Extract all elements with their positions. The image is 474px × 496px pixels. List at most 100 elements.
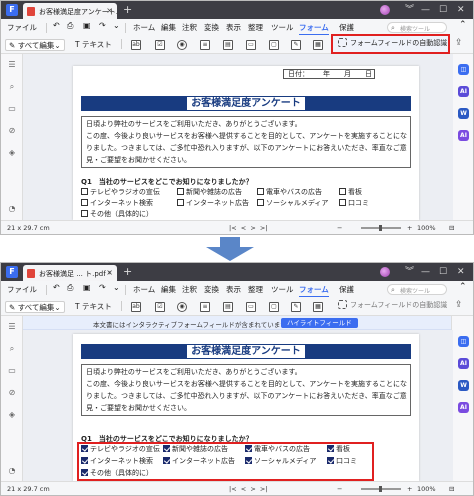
menu-view[interactable]: 表示 (226, 22, 241, 33)
zoom-slider[interactable] (361, 486, 401, 492)
option-web-ad[interactable]: インターネット広告 (163, 456, 235, 466)
menu-file[interactable]: ファイル (7, 284, 37, 295)
text-field-icon[interactable]: ab (131, 302, 141, 312)
zoom-in-icon[interactable]: + (407, 485, 412, 493)
print-icon[interactable]: ⎙ (67, 21, 73, 31)
option-social[interactable]: ソーシャルメディア (245, 456, 316, 466)
attachment-icon[interactable]: ⊘ (7, 388, 17, 398)
comment-icon[interactable]: ▭ (7, 104, 17, 114)
layers-icon[interactable]: ◈ (7, 410, 17, 420)
menu-tools[interactable]: ツール (271, 22, 294, 33)
minimize-icon[interactable]: — (421, 266, 430, 278)
save-icon[interactable]: ▣ (83, 283, 91, 292)
combo-box-icon[interactable]: ▤ (223, 40, 233, 50)
menu-form[interactable]: フォーム (299, 22, 329, 35)
avatar[interactable] (380, 5, 390, 15)
menu-edit[interactable]: 編集 (161, 22, 176, 33)
tool-search-input[interactable]: ⌕ 検索ツール (387, 284, 447, 295)
list-box-icon[interactable]: ≡ (200, 302, 210, 312)
option-search[interactable]: インターネット検索 (81, 456, 153, 466)
properties-icon[interactable]: ◫ (458, 64, 469, 75)
menu-home[interactable]: ホーム (133, 284, 155, 295)
menu-convert[interactable]: 変換 (204, 284, 219, 295)
minimize-icon[interactable]: — (421, 4, 430, 16)
zoom-out-icon[interactable]: − (337, 224, 342, 232)
menu-protect[interactable]: 保護 (339, 22, 354, 33)
thumbnail-icon[interactable]: ☰ (7, 322, 17, 332)
edit-all-button[interactable]: ✎ すべて編集⌄ (5, 301, 65, 313)
ai-chat-icon[interactable]: AI (458, 402, 469, 413)
document-tab[interactable]: お客様満足 ... ト.pdf * × (23, 265, 117, 281)
menu-annotate[interactable]: 注釈 (182, 284, 197, 295)
redo-icon[interactable]: ↷ (99, 21, 106, 30)
tool-search-input[interactable]: ⌕ 検索ツール (387, 22, 447, 33)
checkbox-field[interactable] (327, 457, 334, 464)
redo-icon[interactable]: ↷ (99, 283, 106, 292)
new-tab-icon[interactable]: + (123, 3, 132, 16)
menu-organize[interactable]: 整理 (248, 284, 263, 295)
new-tab-icon[interactable]: + (123, 265, 132, 278)
fit-page-icon[interactable]: ⊟ (449, 485, 454, 493)
thumbnail-icon[interactable]: ☰ (7, 60, 17, 70)
close-window-icon[interactable]: ✕ (457, 266, 465, 278)
menu-edit[interactable]: 編集 (161, 284, 176, 295)
option-word-of-mouth[interactable]: 口コミ (327, 456, 357, 466)
menu-home[interactable]: ホーム (133, 22, 155, 33)
chevron-down-icon[interactable]: ⌄ (113, 283, 120, 292)
maximize-icon[interactable]: ☐ (439, 4, 447, 16)
collapse-icon[interactable]: ︾ (405, 266, 414, 278)
tab-close-icon[interactable]: × (106, 6, 113, 15)
checkbox-field[interactable] (163, 445, 170, 452)
combo-box-icon[interactable]: ▤ (223, 302, 233, 312)
ai-chat-icon[interactable]: AI (458, 130, 469, 141)
option-train[interactable]: 電車やバスの広告 (245, 444, 310, 454)
menu-form[interactable]: フォーム (299, 284, 329, 297)
attachment-icon[interactable]: ⊘ (7, 126, 17, 136)
zoom-level[interactable]: 100% (417, 485, 436, 493)
zoom-slider[interactable] (361, 225, 401, 231)
option-newspaper[interactable]: 新聞や雑誌の広告 (163, 444, 228, 454)
collapse-ribbon-icon[interactable]: ⌃ (459, 20, 467, 30)
checkbox-field[interactable] (327, 445, 334, 452)
signature-field-icon[interactable]: ✎ (291, 302, 301, 312)
zoom-out-icon[interactable]: − (337, 485, 342, 493)
image-field-icon[interactable]: ▢ (269, 40, 279, 50)
print-icon[interactable]: ⎙ (67, 283, 73, 293)
collapse-ribbon-icon[interactable]: ⌃ (459, 282, 467, 292)
menu-protect[interactable]: 保護 (339, 284, 354, 295)
properties-icon[interactable]: ◫ (458, 336, 469, 347)
option-billboard[interactable]: 看板 (327, 444, 350, 454)
share-icon[interactable]: ⇪ (455, 300, 463, 310)
zoom-in-icon[interactable]: + (407, 224, 412, 232)
checkbox-field[interactable] (81, 469, 88, 476)
document-tab[interactable]: お客様満足度アンケート.pdf × (23, 3, 117, 19)
menu-file[interactable]: ファイル (7, 22, 37, 33)
option-other[interactable]: その他（具体的に） (81, 468, 153, 478)
chevron-down-icon[interactable]: ⌄ (113, 21, 120, 30)
list-box-icon[interactable]: ≡ (200, 40, 210, 50)
option-tv[interactable]: テレビやラジオの宣伝 (81, 444, 160, 454)
page-nav[interactable]: |< < > >| (229, 485, 268, 493)
tab-close-icon[interactable]: × (106, 268, 113, 277)
maximize-icon[interactable]: ☐ (439, 266, 447, 278)
zoom-level[interactable]: 100% (417, 224, 436, 232)
page-nav[interactable]: |< < > >| (229, 224, 268, 232)
menu-tools[interactable]: ツール (271, 284, 294, 295)
help-icon[interactable]: ◔ (7, 204, 17, 214)
radio-button-icon[interactable]: ◉ (177, 40, 187, 50)
highlight-fields-button[interactable]: ハイライトフィールド (281, 318, 358, 328)
image-field-icon[interactable]: ▢ (269, 302, 279, 312)
ai-assistant-icon[interactable]: AI (458, 86, 469, 97)
checkbox-field[interactable] (163, 457, 170, 464)
word-icon[interactable]: W (458, 380, 469, 391)
undo-icon[interactable]: ↶ (53, 21, 60, 30)
ai-assistant-icon[interactable]: AI (458, 358, 469, 369)
avatar[interactable] (380, 267, 390, 277)
button-field-icon[interactable]: ▭ (246, 302, 256, 312)
text-button[interactable]: T テキスト (75, 39, 112, 51)
text-field-icon[interactable]: ab (131, 40, 141, 50)
auto-recognize-button[interactable]: フォームフィールドの自動認識 (338, 38, 447, 48)
menu-view[interactable]: 表示 (226, 284, 241, 295)
text-button[interactable]: T テキスト (75, 301, 112, 313)
fit-page-icon[interactable]: ⊟ (449, 224, 454, 232)
